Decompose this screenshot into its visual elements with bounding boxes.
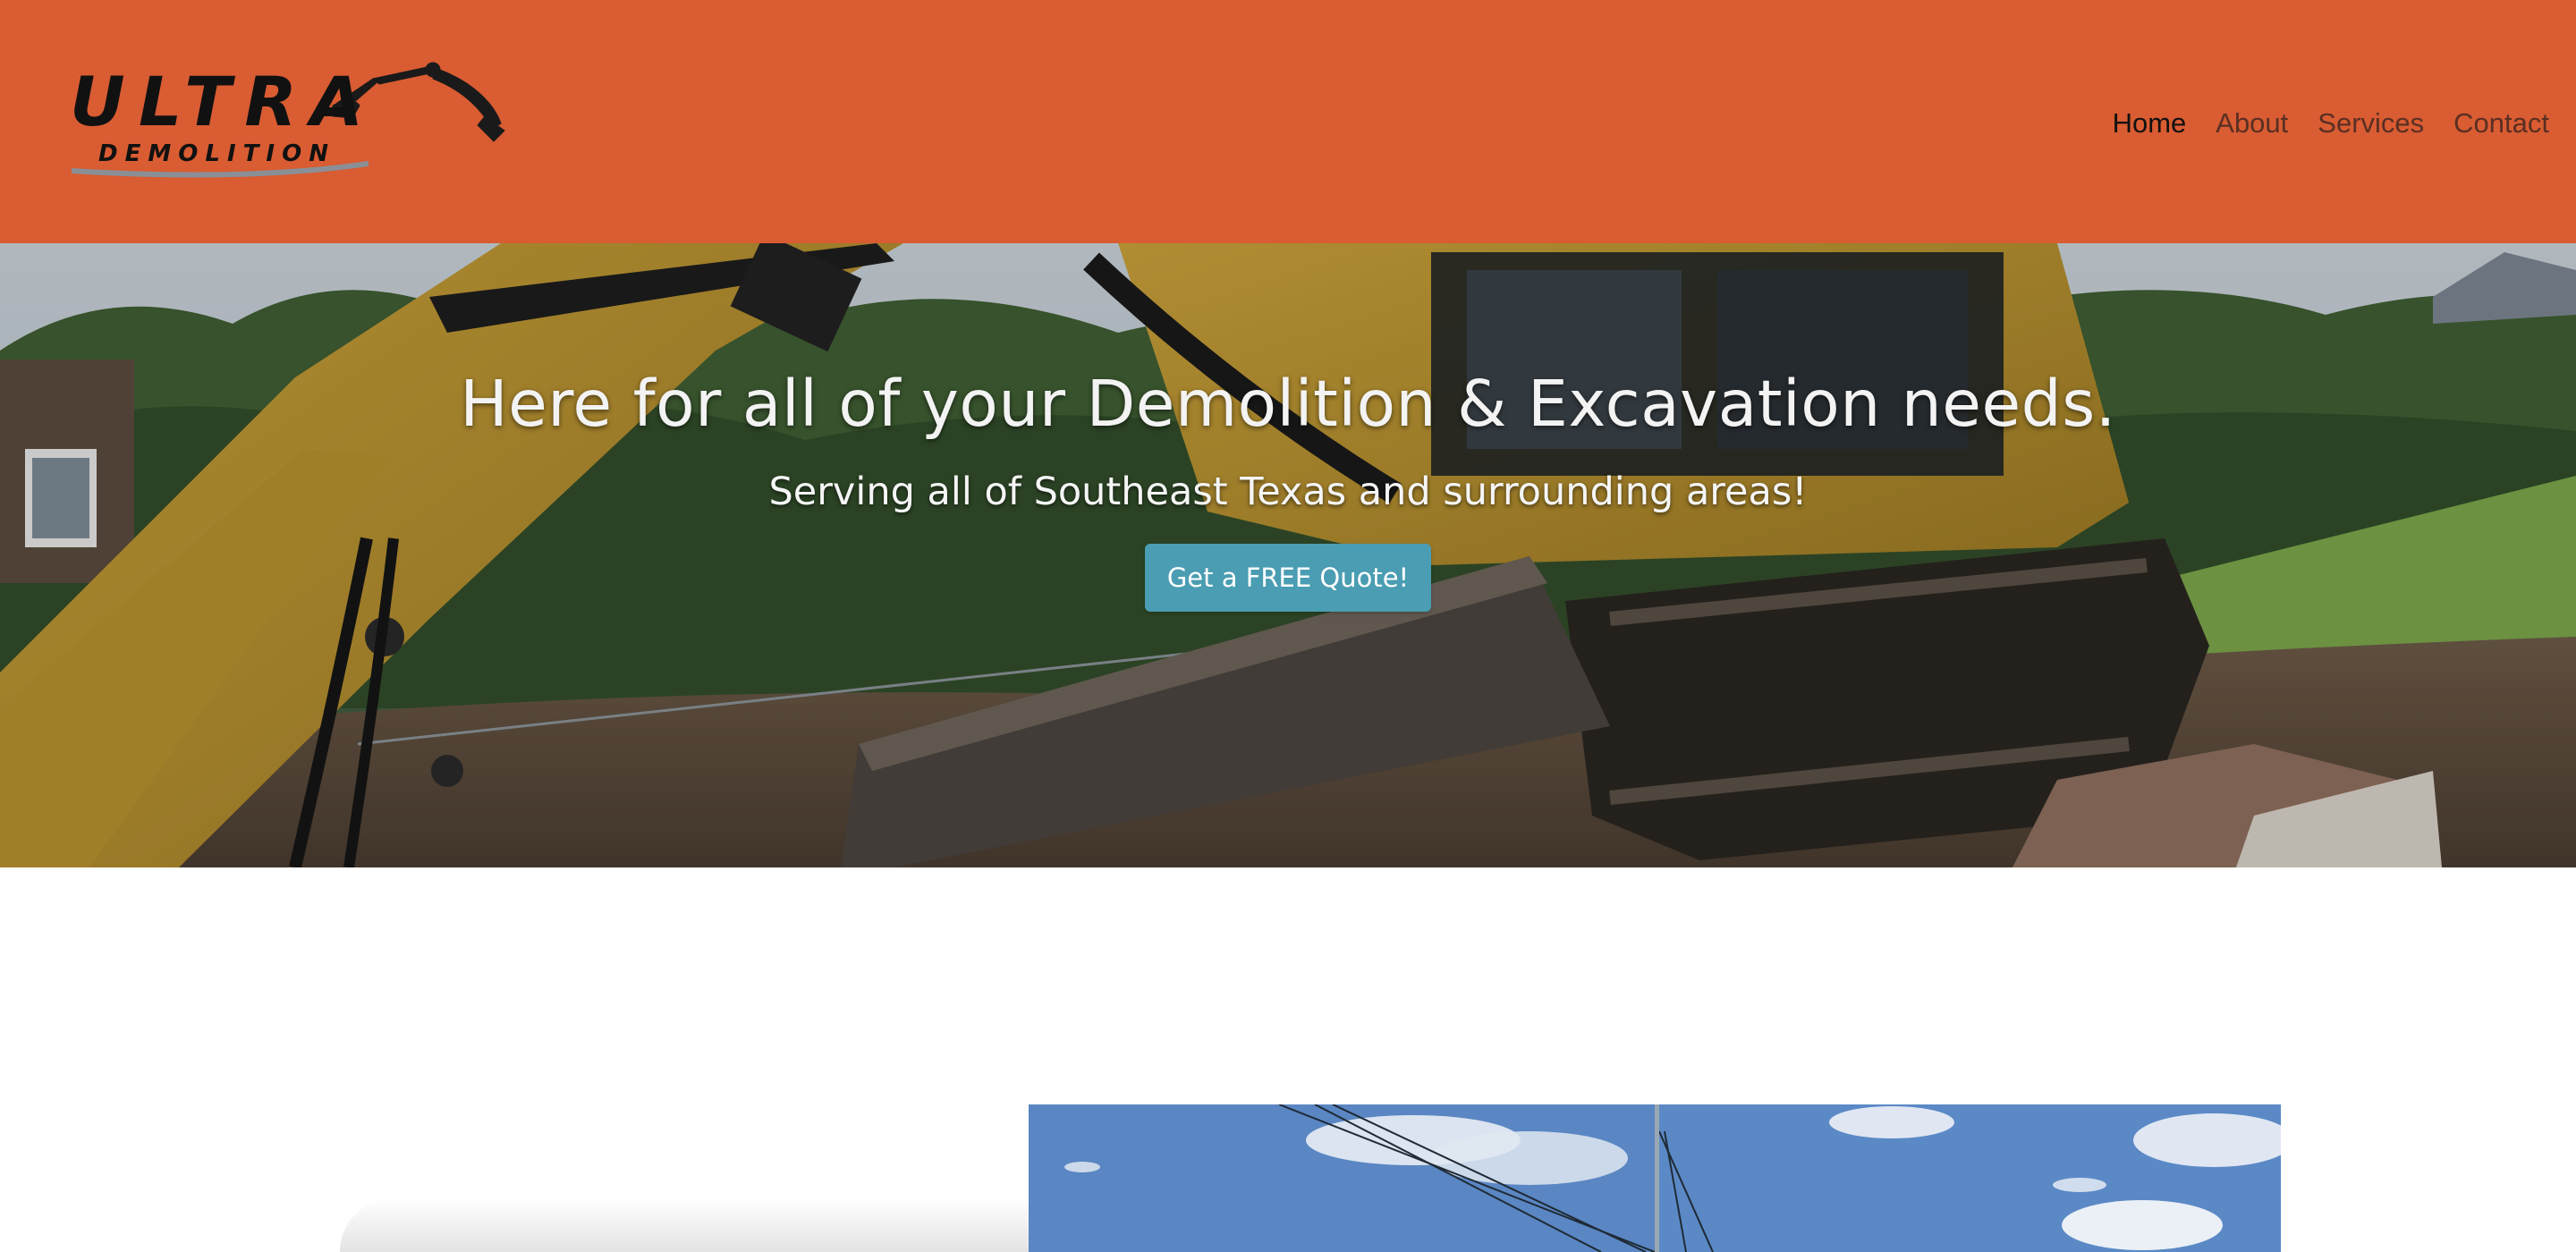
free-quote-button[interactable]: Get a FREE Quote! <box>1145 544 1431 612</box>
nav-link-home[interactable]: Home <box>2113 107 2187 140</box>
nav-link-services[interactable]: Services <box>2318 107 2424 140</box>
svg-text:DEMOLITION: DEMOLITION <box>98 140 333 167</box>
hero-subtitle: Serving all of Southeast Texas and surro… <box>768 470 1808 514</box>
hero-section: Here for all of your Demolition & Excava… <box>0 243 2576 867</box>
svg-text:ULTRA: ULTRA <box>70 62 365 141</box>
gallery-photo-clouds[interactable] <box>1659 1104 2281 1252</box>
hero-title: Here for all of your Demolition & Excava… <box>460 367 2116 441</box>
nav-link-about[interactable]: About <box>2216 107 2288 140</box>
excavator-logo[interactable]: ULTRA DEMOLITION <box>64 54 512 188</box>
sky-with-power-lines-photo <box>1029 1104 1655 1252</box>
site-header: ULTRA DEMOLITION Home About Services Con… <box>0 0 2576 243</box>
nav-link-contact[interactable]: Contact <box>2453 107 2549 140</box>
main-nav: Home About Services Contact <box>2113 106 2549 141</box>
card-shadow <box>340 1198 1029 1252</box>
gallery-photo-power-lines[interactable] <box>1029 1104 1655 1252</box>
sky-with-clouds-photo <box>1659 1104 2281 1252</box>
